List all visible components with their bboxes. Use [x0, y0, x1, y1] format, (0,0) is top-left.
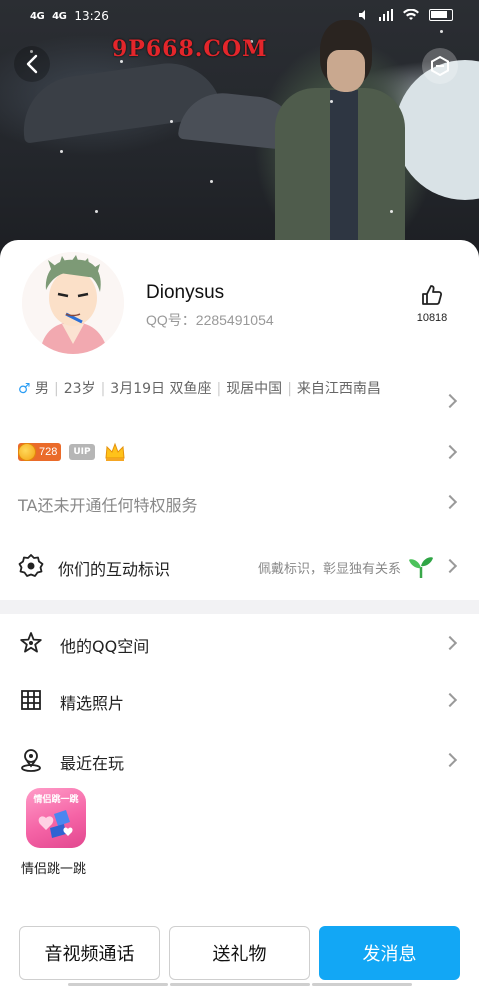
chevron-right-icon	[442, 692, 458, 708]
avatar[interactable]	[22, 252, 124, 354]
hexagon-settings-icon	[431, 55, 449, 77]
battery-icon	[429, 9, 453, 21]
age-text: 23岁	[63, 381, 96, 397]
status-bar: 4G 4G 13:26	[0, 0, 479, 34]
zodiac-text: 双鱼座	[169, 381, 212, 397]
home-indicator	[170, 983, 310, 986]
signal-bars-icon	[379, 9, 393, 21]
coin-icon	[18, 443, 36, 461]
uip-badge: UIP	[69, 444, 95, 460]
profile-name: Dionysus	[146, 282, 225, 303]
qq-number-value: 2285491054	[195, 312, 274, 328]
person-figure	[275, 20, 405, 270]
coin-level-badge: 728	[18, 443, 62, 461]
video-call-button[interactable]: 音视频通话	[19, 926, 160, 980]
like-count: 10818	[416, 312, 448, 324]
recent-game-tile[interactable]: 情侣跳一跳	[26, 788, 86, 848]
interaction-badge-hint: 佩戴标识，彰显独有关系	[257, 562, 401, 577]
badge-gear-icon	[18, 554, 44, 577]
interaction-badge-row[interactable]: 你们的互动标识 佩戴标识，彰显独有关系	[0, 540, 479, 592]
signal-indicator: 4G	[30, 10, 45, 22]
section-divider	[0, 600, 479, 614]
game-logo-icon	[38, 810, 73, 838]
qq-number-label: QQ号：	[146, 312, 196, 328]
crown-icon	[105, 442, 125, 461]
like-button[interactable]: 10818	[412, 284, 452, 324]
badge-row[interactable]: 728 UIP	[18, 440, 127, 464]
send-message-button[interactable]: 发消息	[319, 926, 460, 980]
menu-item-label: 精选照片	[60, 694, 125, 713]
chevron-left-icon	[26, 54, 38, 74]
grid-icon	[21, 690, 41, 710]
thumbs-up-icon	[422, 285, 443, 305]
avatar-illustration	[22, 252, 124, 354]
recent-game-name: 情侣跳一跳	[21, 862, 87, 877]
gender-icon: ♂	[18, 381, 31, 397]
status-time: 13:26	[74, 9, 109, 23]
action-bar: 音视频通话 送礼物 发消息	[0, 926, 479, 1000]
location-pin-icon	[21, 749, 41, 772]
chevron-right-icon	[442, 635, 458, 651]
chevron-right-icon	[442, 752, 458, 768]
profile-card: Dionysus QQ号：2285491054 10818 ♂ 男 | 23岁 | 3月…	[0, 240, 479, 1000]
current-city-text: 现居中国	[226, 381, 283, 397]
watermark: 9P668.COM	[112, 36, 268, 62]
privilege-status-text[interactable]: TA还未开通任何特权服务	[18, 492, 197, 516]
coin-level-value: 728	[39, 446, 58, 458]
hometown-text: 来自江西南昌	[296, 381, 381, 397]
chevron-right-icon	[442, 393, 458, 409]
menu-item-recent-games[interactable]: 最近在玩	[0, 732, 479, 788]
menu-item-photos[interactable]: 精选照片	[0, 672, 479, 728]
back-button[interactable]	[14, 46, 50, 82]
menu-item-qzone[interactable]: 他的QQ空间	[0, 615, 479, 671]
sprout-icon	[409, 557, 433, 578]
chevron-right-icon	[442, 558, 458, 574]
chevron-right-icon	[442, 444, 458, 460]
qq-number: QQ号：2285491054	[146, 310, 274, 330]
signal-indicator: 4G	[52, 10, 67, 22]
home-indicator	[68, 983, 168, 986]
menu-item-label: 他的QQ空间	[60, 637, 150, 656]
wifi-icon	[403, 9, 419, 20]
chevron-right-icon	[442, 494, 458, 510]
gender-text: 男	[35, 381, 50, 397]
menu-item-label: 最近在玩	[60, 754, 125, 773]
interaction-badge-label: 你们的互动标识	[58, 560, 171, 579]
star-icon	[20, 632, 42, 653]
mute-icon	[359, 10, 365, 20]
more-settings-button[interactable]	[422, 48, 458, 84]
home-indicator	[312, 983, 412, 986]
profile-info-row[interactable]: ♂ 男 | 23岁 | 3月19日 双鱼座 | 现居中国 | 来自江西南昌	[18, 378, 438, 401]
send-gift-button[interactable]: 送礼物	[169, 926, 310, 980]
birthday-text: 3月19日	[110, 381, 166, 397]
